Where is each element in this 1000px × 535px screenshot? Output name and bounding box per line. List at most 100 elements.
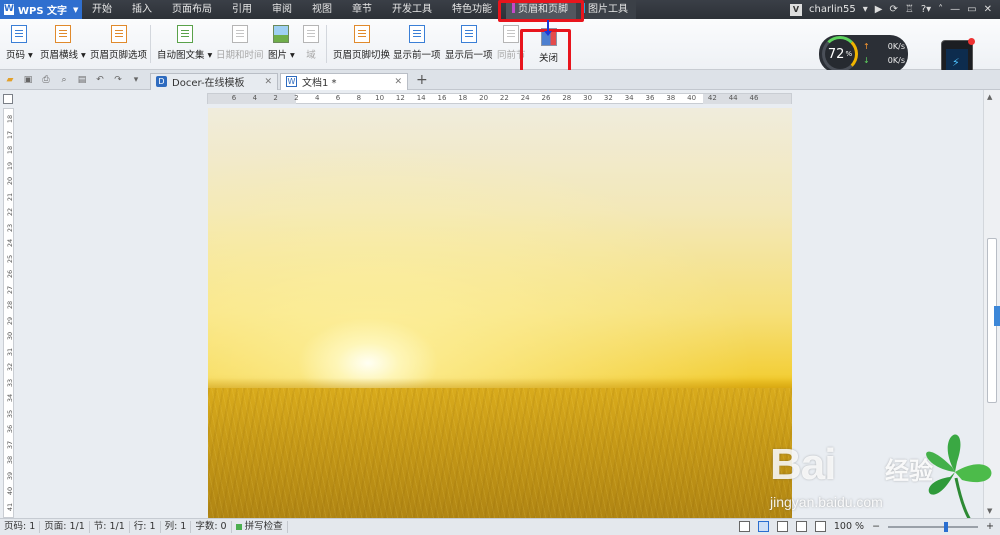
auto-text-icon <box>176 25 193 43</box>
tab-picture-tools-label: 图片工具 <box>588 4 628 15</box>
ruler-tick-label: 28 <box>6 300 14 310</box>
picture-button[interactable]: 图片 ▾ <box>268 25 295 65</box>
tab-references[interactable]: 引用 <box>222 0 262 19</box>
close-tab-icon[interactable]: ✕ <box>264 77 272 87</box>
maximize-icon[interactable]: ▭ <box>967 4 976 15</box>
status-column[interactable]: 列: 1 <box>161 521 192 533</box>
reading-view-icon[interactable] <box>814 521 826 532</box>
zoom-slider-knob[interactable] <box>944 521 949 532</box>
customize-caret-icon[interactable]: ▾ <box>128 73 144 87</box>
scroll-up-icon[interactable]: ▲ <box>987 93 992 101</box>
network-speed-widget[interactable]: 72% ↑ 0K/s ↓ 0K/s <box>819 35 908 73</box>
page-number-button[interactable]: 页码 ▾ <box>6 25 33 65</box>
username[interactable]: charlin55 <box>809 4 856 15</box>
redo-icon[interactable]: ↷ <box>110 73 126 87</box>
ruler-tick-label: 17 <box>6 130 14 139</box>
ruler-tick-label: 32 <box>603 94 613 102</box>
docer-icon: D <box>156 76 167 87</box>
ruler-tick-label: 29 <box>6 316 14 325</box>
avatar[interactable]: V <box>790 3 803 16</box>
shirt-icon[interactable]: ♖ <box>905 4 914 15</box>
horizontal-ruler[interactable]: 6 4 2 2 4 6 8 10 12 14 16 18 20 22 24 26 28 30 32 34 36 38 40 4… <box>207 93 792 104</box>
minimize-icon[interactable]: — <box>950 4 960 15</box>
spell-check-indicator-icon <box>235 524 242 530</box>
page-view-icon[interactable] <box>757 521 769 532</box>
save-icon[interactable]: ▣ <box>20 73 36 87</box>
open-folder-icon[interactable]: ▰ <box>2 73 18 87</box>
header-line-label: 页眉横线 ▾ <box>40 50 86 61</box>
show-previous-button[interactable]: 显示前一项 <box>393 25 441 65</box>
tab-document1[interactable]: W 文档1 * ✕ <box>280 72 408 90</box>
tab-special-features[interactable]: 特色功能 <box>442 0 502 19</box>
tab-chapter[interactable]: 章节 <box>342 0 382 19</box>
previous-icon <box>408 25 425 43</box>
link-icon <box>503 25 520 43</box>
print-preview-icon[interactable]: ⌕ <box>56 73 72 87</box>
tab-stop-selector[interactable] <box>3 94 13 104</box>
ruler-tick-label: 46 <box>749 94 759 102</box>
ruler-tick-label: 18 <box>458 94 468 102</box>
help-icon[interactable]: ?▾ <box>921 4 931 15</box>
status-word-count[interactable]: 字数: 0 <box>191 521 232 533</box>
tab-docer-online-templates[interactable]: D Docer-在线模板 ✕ <box>150 72 278 90</box>
ruler-tick-label: 28 <box>562 94 572 102</box>
upload-arrow-icon: ↑ <box>863 42 870 51</box>
undo-icon[interactable]: ↶ <box>92 73 108 87</box>
web-view-icon[interactable] <box>795 521 807 532</box>
collapse-icon[interactable]: ˄ <box>938 4 943 15</box>
ruler-tick-label: 38 <box>666 94 676 102</box>
tab-home[interactable]: 开始 <box>82 0 122 19</box>
auto-text-label: 自动图文集 ▾ <box>157 50 213 61</box>
show-next-button[interactable]: 显示后一项 <box>445 25 493 65</box>
outline-view-icon[interactable] <box>776 521 788 532</box>
status-page[interactable]: 页面: 1/1 <box>40 521 90 533</box>
spell-check-toggle[interactable]: 拼写检查 <box>232 521 288 533</box>
page-number-label: 页码 ▾ <box>6 50 33 61</box>
zoom-slider[interactable] <box>888 521 979 532</box>
switch-header-footer-label: 页眉页脚切换 <box>333 50 391 61</box>
date-time-button[interactable]: 日期和时间 <box>216 25 264 65</box>
zoom-level[interactable]: 100 % <box>834 521 864 532</box>
tab-picture-tools[interactable]: 图片工具 <box>576 0 636 19</box>
switch-header-footer-button[interactable]: 页眉页脚切换 <box>333 25 390 65</box>
ruler-tick-label: 24 <box>6 238 14 248</box>
auto-text-button[interactable]: 自动图文集 ▾ <box>157 25 212 65</box>
new-tab-plus-icon[interactable]: + <box>416 72 428 88</box>
export-icon[interactable]: ▤ <box>74 73 90 87</box>
switch-icon <box>353 25 370 43</box>
status-section[interactable]: 节: 1/1 <box>90 521 130 533</box>
refresh-icon[interactable]: ⟳ <box>889 4 897 15</box>
ruler-tick-label: 40 <box>687 94 697 102</box>
notification-dot <box>968 38 975 45</box>
wheat-field-image <box>208 388 792 518</box>
tab-view[interactable]: 视图 <box>302 0 342 19</box>
status-row[interactable]: 行: 1 <box>130 521 161 533</box>
zoom-in-icon[interactable]: + <box>986 521 994 532</box>
date-time-label: 日期和时间 <box>216 50 264 61</box>
tab-page-layout[interactable]: 页面布局 <box>162 0 222 19</box>
zoom-out-icon[interactable]: − <box>872 521 880 532</box>
tab-insert[interactable]: 插入 <box>122 0 162 19</box>
side-panel-toggle[interactable] <box>994 306 1000 326</box>
ruler-tick-label: 36 <box>645 94 655 102</box>
full-screen-view-icon[interactable] <box>738 521 750 532</box>
next-icon <box>460 25 477 43</box>
ruler-tick-label: 38 <box>6 455 14 465</box>
app-menu-button[interactable]: W WPS 文字 ▼ <box>0 0 82 19</box>
document-page[interactable] <box>208 108 792 518</box>
speed-percent: 72 <box>827 46 845 62</box>
field-button[interactable]: 域 <box>303 25 319 65</box>
vertical-ruler[interactable]: 18 17 18 19 20 21 22 23 24 25 26 27 28 29 30 31 32 33 34 35… <box>3 108 14 518</box>
header-footer-options-button[interactable]: 页眉页脚选项 <box>90 25 147 65</box>
header-line-button[interactable]: 页眉横线 ▾ <box>40 25 86 65</box>
close-tab-icon[interactable]: ✕ <box>394 77 402 87</box>
close-icon[interactable]: ✕ <box>984 4 992 15</box>
caret-down-icon[interactable]: ▾ <box>863 4 868 15</box>
ruler-tick-label: 27 <box>6 285 14 294</box>
ruler-tick-label: 6 <box>231 94 237 102</box>
tab-review[interactable]: 审阅 <box>262 0 302 19</box>
play-icon[interactable]: ▶ <box>875 4 883 15</box>
print-icon[interactable]: ⎙ <box>38 73 54 87</box>
status-page-number[interactable]: 页码: 1 <box>0 521 41 533</box>
tab-developer[interactable]: 开发工具 <box>382 0 442 19</box>
